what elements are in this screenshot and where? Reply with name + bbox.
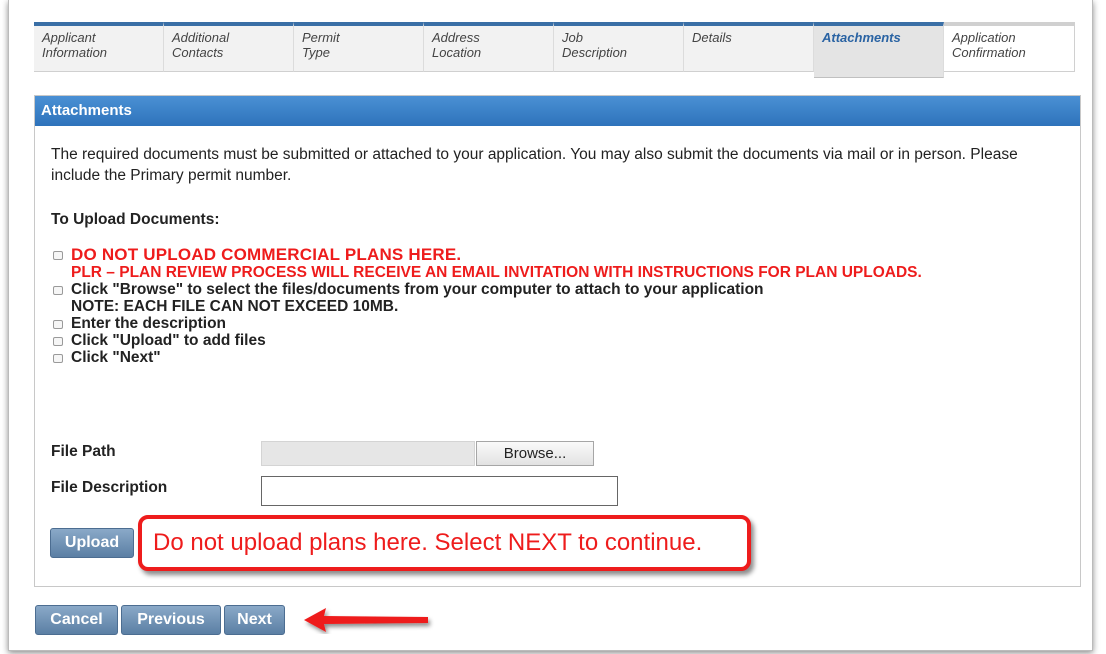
upload-button[interactable]: Upload xyxy=(50,528,134,558)
list-item: Enter the description xyxy=(53,315,1063,332)
step-label-line2: Contacts xyxy=(172,45,224,60)
bullet-icon xyxy=(53,354,63,363)
file-description-label: File Description xyxy=(51,479,168,496)
next-button[interactable]: Next xyxy=(224,605,285,635)
step-address-location[interactable]: Address Location xyxy=(424,22,554,72)
bullet-icon xyxy=(53,251,63,260)
upload-heading: To Upload Documents: xyxy=(51,211,220,228)
file-description-input[interactable] xyxy=(261,476,618,506)
instruction-list: DO NOT UPLOAD COMMERCIAL PLANS HERE. PLR… xyxy=(53,246,1063,366)
step-label-line2: Information xyxy=(42,45,108,60)
panel-title: Attachments xyxy=(35,96,1080,126)
step-permit-type[interactable]: Permit Type xyxy=(294,22,424,72)
instruction-browse: Click "Browse" to select the files/docum… xyxy=(71,281,764,298)
instruction-describe: Enter the description xyxy=(71,315,227,332)
list-item: Click "Upload" to add files xyxy=(53,332,1063,349)
step-label-line1: Details xyxy=(692,30,732,45)
list-item: Click "Browse" to select the files/docum… xyxy=(53,281,1063,298)
step-label-line2: Location xyxy=(432,45,482,60)
callout-annotation: Do not upload plans here. Select NEXT to… xyxy=(138,515,751,571)
step-additional-contacts[interactable]: Additional Contacts xyxy=(164,22,294,72)
step-attachments[interactable]: Attachments xyxy=(814,22,944,78)
step-label-line1: Attachments xyxy=(822,30,901,45)
step-label-line1: Address xyxy=(432,30,480,45)
step-job-description[interactable]: Job Description xyxy=(554,22,684,72)
step-label-line2: Type xyxy=(302,45,330,60)
step-applicant-information[interactable]: Applicant Information xyxy=(34,22,164,72)
step-label-line2: Description xyxy=(562,45,628,60)
wizard-steps: Applicant Information Additional Contact… xyxy=(34,22,1080,78)
intro-text: The required documents must be submitted… xyxy=(51,146,1018,184)
instruction-next: Click "Next" xyxy=(71,349,161,366)
cancel-button[interactable]: Cancel xyxy=(35,605,118,635)
bullet-icon xyxy=(53,286,63,295)
previous-button[interactable]: Previous xyxy=(121,605,221,635)
step-label-line1: Job xyxy=(562,30,583,45)
note-file-size: NOTE: EACH FILE CAN NOT EXCEED 10MB. xyxy=(71,298,399,315)
arrow-left-icon xyxy=(304,608,428,632)
bullet-icon xyxy=(53,320,63,329)
step-label-line1: Additional xyxy=(172,30,230,45)
browse-button[interactable]: Browse... xyxy=(476,441,594,466)
file-path-field[interactable] xyxy=(261,441,475,466)
list-item: DO NOT UPLOAD COMMERCIAL PLANS HERE. PLR… xyxy=(53,246,1063,281)
step-application-confirmation: Application Confirmation xyxy=(944,22,1075,72)
warning-commercial-plans: DO NOT UPLOAD COMMERCIAL PLANS HERE. xyxy=(71,245,462,264)
file-path-label: File Path xyxy=(51,443,116,460)
warning-plan-review: PLR – PLAN REVIEW PROCESS WILL RECEIVE A… xyxy=(71,264,922,281)
bullet-icon xyxy=(53,337,63,346)
attachments-panel: Attachments The required documents must … xyxy=(34,95,1081,587)
step-details[interactable]: Details xyxy=(684,22,814,72)
instruction-upload: Click "Upload" to add files xyxy=(71,332,266,349)
step-label-line2: Confirmation xyxy=(952,45,1026,60)
step-label-line1: Applicant xyxy=(42,30,96,45)
step-label-line1: Permit xyxy=(302,30,340,45)
list-item: Click "Next" xyxy=(53,349,1063,366)
step-label-line1: Application xyxy=(952,30,1016,45)
